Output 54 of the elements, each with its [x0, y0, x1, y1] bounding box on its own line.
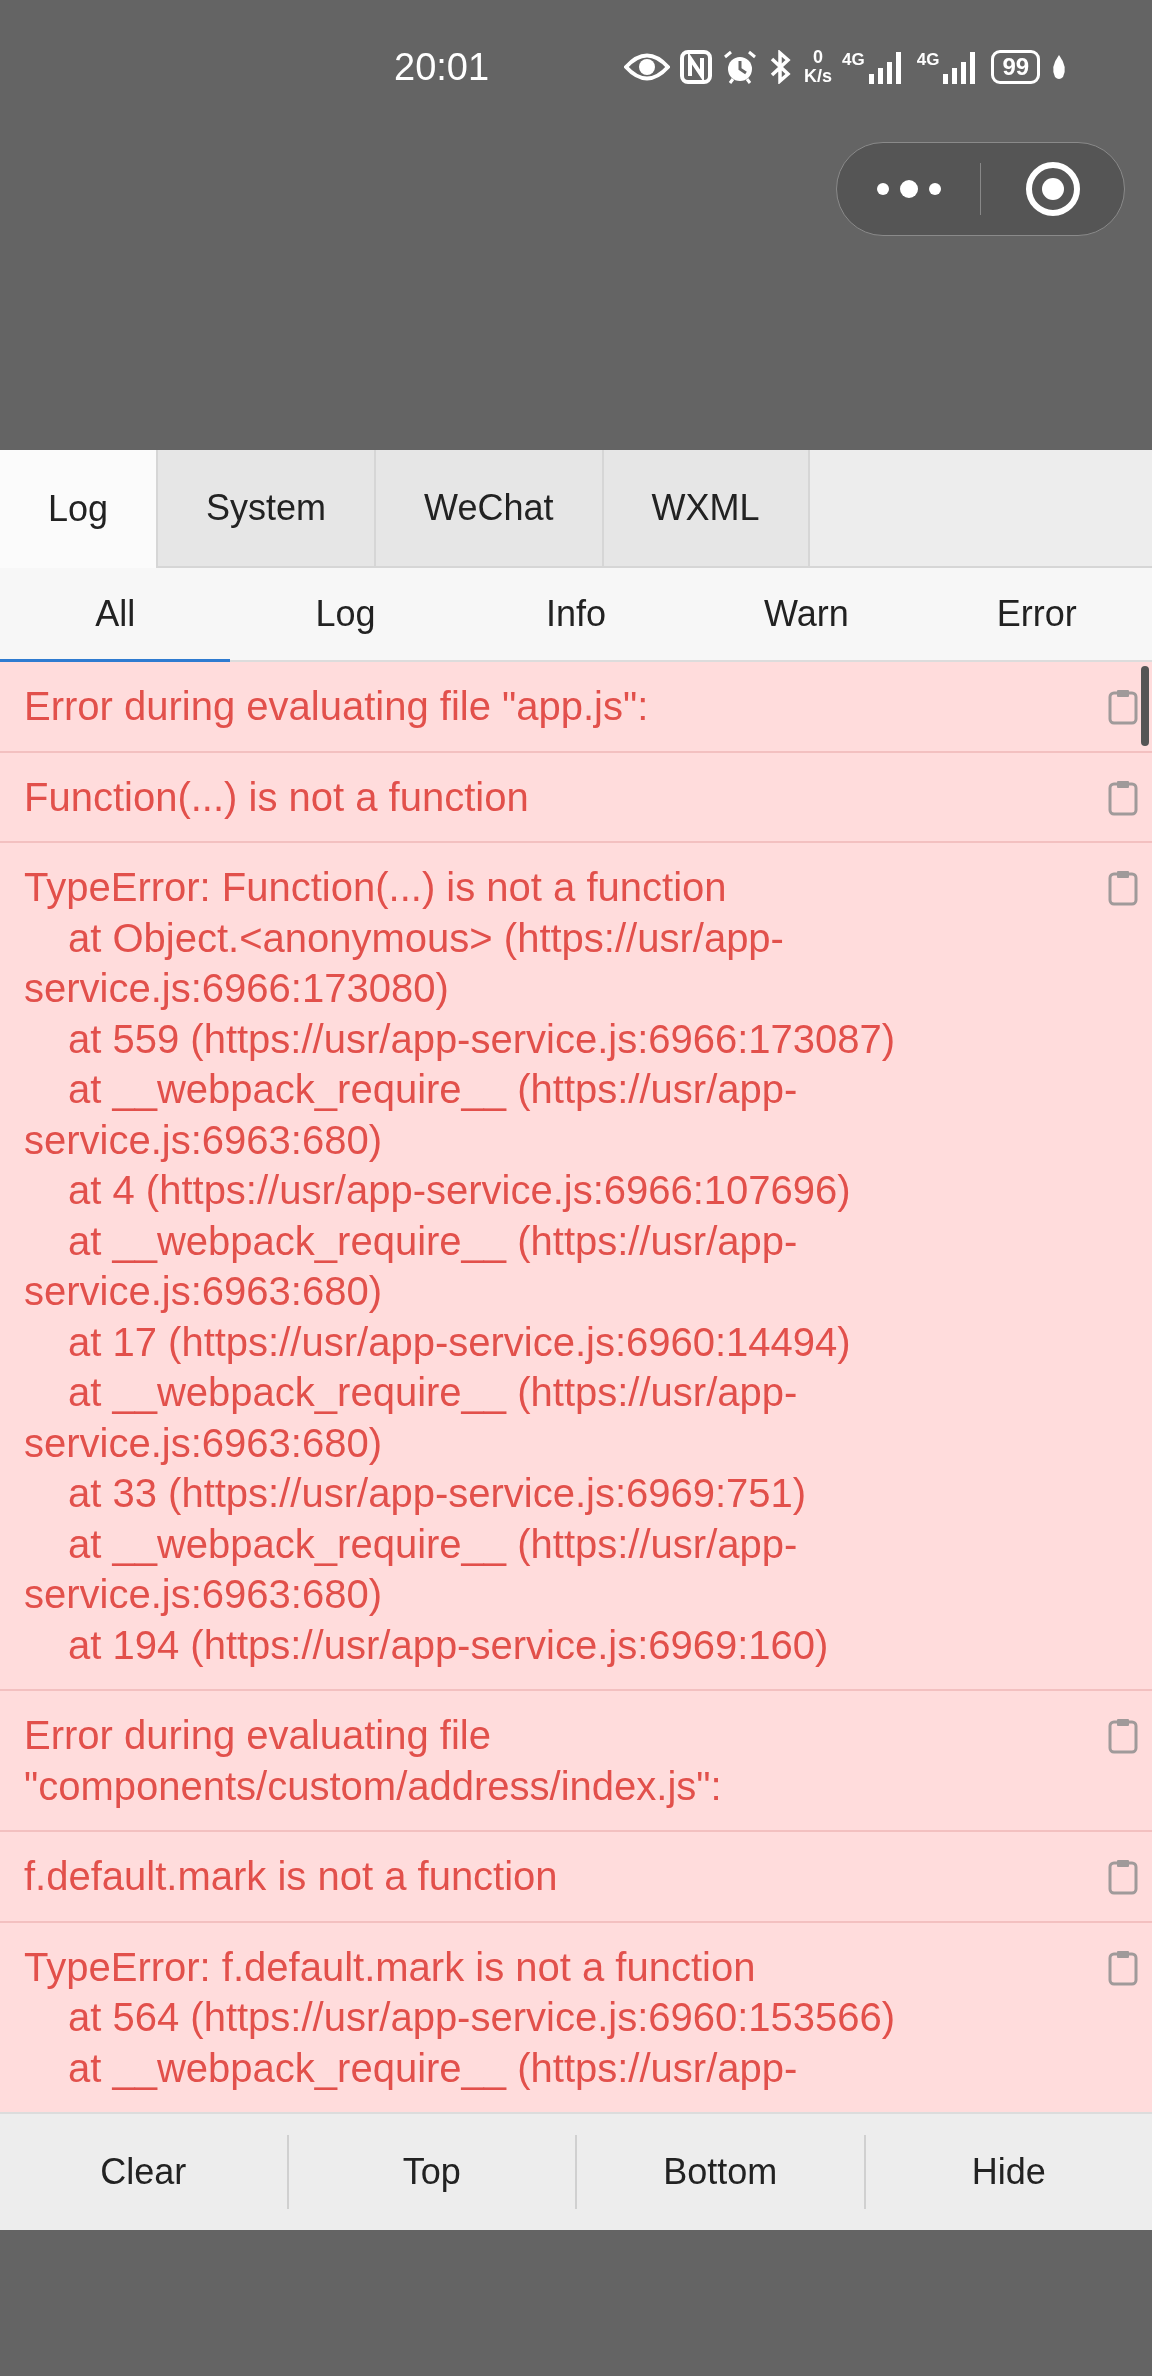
filter-tab[interactable]: Error — [921, 568, 1152, 662]
log-line: at 4 (https://usr/app-service.js:6966:107696) — [67, 1167, 852, 1214]
filter-tab[interactable]: Warn — [691, 568, 922, 662]
clock-time: 20:01 — [394, 45, 491, 89]
filter-tab[interactable]: Log — [230, 568, 461, 662]
console-tab[interactable]: WeChat — [376, 450, 604, 566]
log-line: Error during evaluating file "app.js": — [24, 683, 650, 730]
battery-level: 99 — [991, 50, 1041, 84]
console-tab[interactable]: Log — [0, 450, 159, 568]
copy-icon[interactable] — [1108, 870, 1138, 906]
log-line: at 559 (https://usr/app-service.js:6966:173087) — [67, 1015, 897, 1063]
copy-icon[interactable] — [1108, 1718, 1138, 1754]
log-line: at __webpack_require__ (https://usr/app- — [67, 1217, 799, 1265]
scroll-bar[interactable] — [1141, 666, 1149, 746]
action-button[interactable]: Bottom — [577, 2114, 864, 2230]
copy-icon[interactable] — [1108, 779, 1138, 816]
log-line: at __webpack_require__ (https://usr/app- — [67, 1369, 799, 1416]
alarm-clock-icon — [722, 49, 758, 85]
network-speed-unit: K/s — [804, 67, 832, 86]
console-tab[interactable]: System — [158, 450, 377, 566]
log-line: at __webpack_require__ (https://usr/app- — [67, 1520, 799, 1568]
log-line: at Object.<anonymous> (https://usr/app- — [67, 914, 785, 962]
log-line: at __webpack_require__ (https://usr/app- — [67, 1066, 799, 1113]
log-line: TypeError: f.default.mark is not a function — [24, 1943, 757, 1991]
log-line: f.default.mark is not a function — [24, 1853, 559, 1900]
eye-icon — [624, 52, 670, 82]
more-icon[interactable] — [875, 179, 942, 199]
log-line: service.js:6966:173080) — [24, 965, 450, 1012]
action-button[interactable]: Top — [288, 2114, 575, 2230]
log-line: Error during evaluating file — [24, 1712, 492, 1759]
copy-icon[interactable] — [1108, 1949, 1138, 1986]
console-tab[interactable]: WXML — [603, 450, 810, 566]
log-line: at 194 (https://usr/app-service.js:6969:160) — [67, 1621, 830, 1669]
network-type-label: 4G — [842, 50, 865, 70]
log-line: Function(...) is not a function — [24, 773, 530, 821]
action-button[interactable]: Hide — [865, 2114, 1152, 2230]
network-speed-value: 0 — [813, 48, 823, 67]
copy-icon[interactable] — [1108, 689, 1138, 725]
log-line: TypeError: Function(...) is not a function — [24, 864, 728, 911]
log-line: at 17 (https://usr/app-service.js:6960:14494) — [67, 1318, 852, 1366]
close-target-icon[interactable] — [1024, 161, 1081, 217]
nfc-icon — [680, 50, 712, 84]
log-line: at __webpack_require__ (https://usr/app- — [67, 2044, 799, 2092]
network-type-label: 4G — [916, 50, 940, 70]
log-line: service.js:6963:680) — [24, 1116, 383, 1164]
copy-icon[interactable] — [1108, 1859, 1138, 1895]
log-line: service.js:6963:680) — [24, 1268, 383, 1315]
log-line: at 564 (https://usr/app-service.js:6960:153566) — [67, 1994, 897, 2041]
filter-tab[interactable]: Info — [460, 568, 692, 662]
action-button[interactable]: Clear — [0, 2114, 287, 2230]
log-line: service.js:6963:680) — [24, 1419, 383, 1467]
log-line: "components/custom/address/index.js": — [24, 1762, 723, 1810]
log-line: service.js:6963:680) — [24, 1571, 383, 1618]
log-line: at 33 (https://usr/app-service.js:6969:751) — [67, 1470, 808, 1517]
